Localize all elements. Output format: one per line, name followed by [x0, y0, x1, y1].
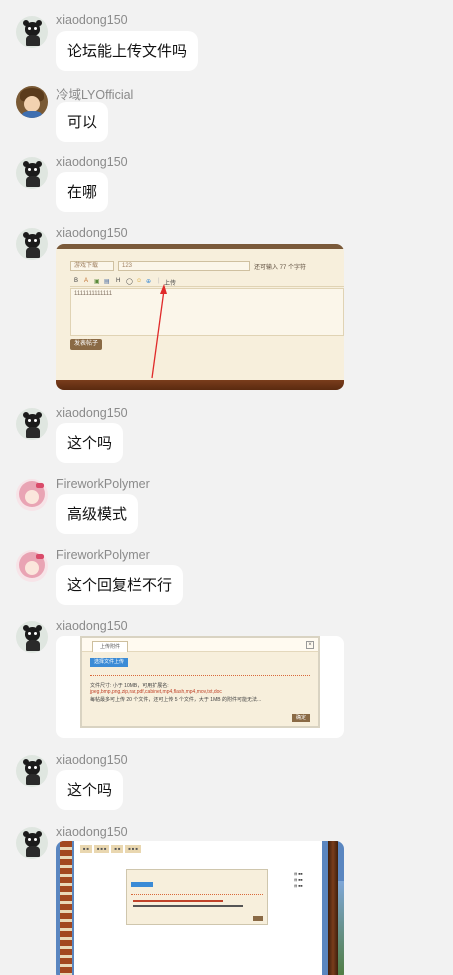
- message-bubble[interactable]: 高级模式: [56, 494, 139, 534]
- decor-scenery: [338, 881, 344, 975]
- avatar[interactable]: [16, 621, 48, 653]
- tab: ■ ■ ■: [125, 845, 141, 853]
- tab: ■ ■: [80, 845, 92, 853]
- avatar[interactable]: [16, 157, 48, 189]
- message-bubble[interactable]: 这个吗: [56, 770, 124, 810]
- divider: [131, 894, 263, 895]
- sender-name: xiaodong150: [56, 406, 128, 420]
- avatar[interactable]: [16, 86, 48, 118]
- avatar[interactable]: [16, 479, 48, 511]
- avatar[interactable]: [16, 827, 48, 859]
- chat-message: xiaodong150 在哪: [0, 147, 453, 218]
- confirm-button: 确定: [292, 714, 310, 722]
- editor-tabs: ■ ■ ■ ■ ■ ■ ■ ■ ■ ■: [80, 845, 143, 853]
- chat-message: xiaodong150 论坛能上传文件吗: [0, 0, 453, 76]
- red-arrow-annotation: [151, 284, 167, 379]
- chat-message: xiaodong150 游戏下载 123 还可输入 77 个字符 B A ▣ ▤…: [0, 218, 453, 398]
- message-bubble[interactable]: 在哪: [56, 172, 109, 212]
- extensions-text: jpeg,bmp,png,zip,rar,pdf,cabinet,mp4,fla…: [90, 689, 222, 695]
- sender-name: FireworkPolymer: [56, 548, 150, 562]
- extensions-text: [133, 900, 223, 902]
- divider: [90, 675, 310, 676]
- sender-name: 冷域LYOfficial: [56, 88, 134, 102]
- sender-name: xiaodong150: [56, 619, 128, 633]
- dialog-header: 上传附件 ×: [82, 638, 318, 652]
- sender-name: xiaodong150: [56, 825, 128, 839]
- forum-post-editor-screenshot[interactable]: 游戏下载 123 还可输入 77 个字符 B A ▣ ▤ H ◯ ☺ ⊕ | 上…: [56, 244, 344, 390]
- attachment-limit-text: [133, 905, 243, 907]
- attachment-limit-text: 每帖最多可上传 20 个文件，还可上传 5 个文件，大于 1MB 的附件可能无法…: [90, 697, 262, 703]
- select-file-button: 选择文件上传: [90, 658, 128, 667]
- chat-message: FireworkPolymer 这个回复栏不行: [0, 540, 453, 611]
- forum-page-with-upload-dialog-screenshot[interactable]: ■ ■ ■ ■ ■ ■ ■ ■ ■ ■ ▤ ■■ ▤ ■■ ▤ ■■: [56, 841, 344, 975]
- message-bubble[interactable]: 论坛能上传文件吗: [56, 31, 199, 71]
- chat-message: xiaodong150 ■ ■ ■ ■ ■ ■ ■ ■ ■ ■ ▤ ■■ ▤ ■■ ▤…: [0, 817, 453, 975]
- sender-name: xiaodong150: [56, 226, 128, 240]
- side-option: ▤ ■■: [294, 884, 303, 888]
- close-icon: ×: [306, 641, 314, 649]
- chat-message: 冷域LYOfficial 可以: [0, 76, 453, 147]
- select-file-button: [131, 882, 153, 887]
- avatar[interactable]: [16, 408, 48, 440]
- sender-name: xiaodong150: [56, 753, 128, 767]
- tab: ■ ■: [111, 845, 124, 853]
- side-options: ▤ ■■ ▤ ■■ ▤ ■■: [294, 871, 316, 889]
- upload-dialog: 上传附件 × 选择文件上传 文件尺寸: 小于 10MB，可用扩展名: jpeg,…: [80, 636, 320, 728]
- decor-wood: [328, 841, 338, 975]
- upload-dialog: [126, 869, 268, 925]
- chat-message: xiaodong150 这个吗: [0, 398, 453, 469]
- message-bubble[interactable]: 这个吗: [56, 423, 124, 463]
- sender-name: xiaodong150: [56, 13, 128, 27]
- decor-rope: [60, 841, 72, 975]
- avatar[interactable]: [16, 755, 48, 787]
- size-limit-text: 文件尺寸: 小于 10MB，可用扩展名:: [90, 683, 169, 689]
- upload-dialog-screenshot[interactable]: 上传附件 × 选择文件上传 文件尺寸: 小于 10MB，可用扩展名: jpeg,…: [56, 636, 344, 738]
- message-bubble[interactable]: 这个回复栏不行: [56, 565, 184, 605]
- sender-name: xiaodong150: [56, 155, 128, 169]
- tab-upload-attachment: 上传附件: [92, 641, 128, 652]
- confirm-button: [253, 916, 263, 921]
- chat-message: xiaodong150 这个吗: [0, 745, 453, 817]
- footer-bar: [56, 380, 344, 390]
- avatar[interactable]: [16, 228, 48, 260]
- tab: ■ ■ ■: [93, 845, 110, 853]
- chat-message: xiaodong150 上传附件 × 选择文件上传 文件尺寸: 小于 10MB，…: [0, 611, 453, 745]
- avatar[interactable]: [16, 550, 48, 582]
- message-bubble[interactable]: 可以: [56, 102, 109, 142]
- chat-message: FireworkPolymer 高级模式: [0, 469, 453, 540]
- avatar[interactable]: [16, 16, 48, 48]
- sender-name: FireworkPolymer: [56, 477, 150, 491]
